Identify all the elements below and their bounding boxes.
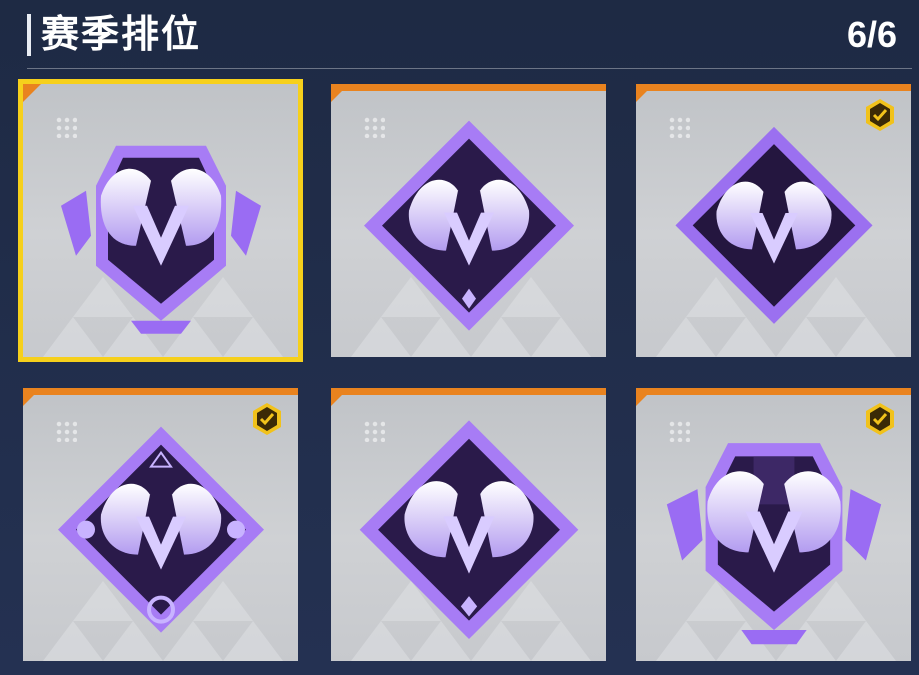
card-top-strip bbox=[331, 84, 606, 91]
card-corner-marker bbox=[331, 84, 349, 102]
card-corner-marker bbox=[331, 388, 349, 406]
card-top-strip bbox=[636, 388, 911, 395]
card-corner-marker bbox=[636, 388, 654, 406]
card-corner-marker bbox=[636, 84, 654, 102]
winged-v-shield-emblem bbox=[666, 442, 881, 644]
winged-v-diamond-emblem bbox=[674, 126, 873, 324]
emblem-card-6[interactable] bbox=[636, 388, 911, 661]
card-top-strip bbox=[331, 388, 606, 395]
card-top-strip bbox=[636, 84, 911, 91]
winged-v-ornate-diamond-emblem bbox=[57, 426, 264, 633]
winged-v-diamond-emblem bbox=[359, 419, 578, 639]
emblem-card-2[interactable] bbox=[331, 84, 606, 357]
card-top-strip bbox=[23, 388, 298, 395]
emblem-card-3[interactable] bbox=[636, 84, 911, 357]
emblem-card-5[interactable] bbox=[331, 388, 606, 661]
card-corner-marker bbox=[23, 84, 41, 102]
winged-v-diamond-emblem bbox=[363, 120, 574, 331]
emblem-grid bbox=[0, 0, 919, 675]
emblem-card-1[interactable] bbox=[18, 79, 303, 362]
emblem-card-4[interactable] bbox=[23, 388, 298, 661]
card-corner-marker bbox=[23, 388, 41, 406]
winged-v-shield-emblem bbox=[60, 145, 261, 334]
